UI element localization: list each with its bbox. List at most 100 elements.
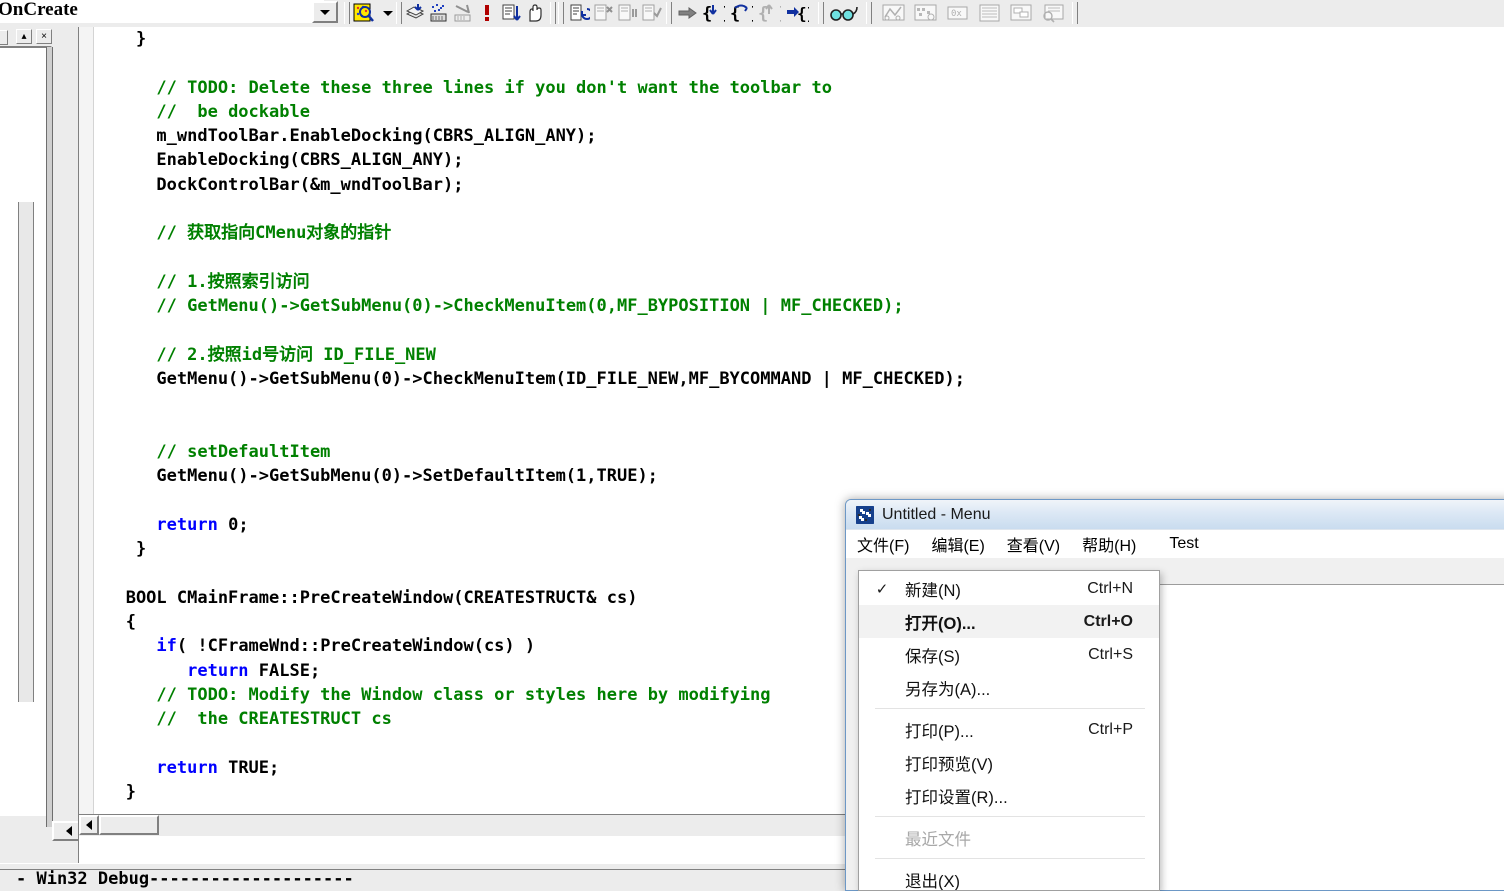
code-line: EnableDocking(CBRS_ALIGN_ANY);	[95, 150, 464, 171]
function-combo-box[interactable]: OnCreate	[0, 0, 324, 23]
menu-item[interactable]: 打印设置(R)...	[859, 779, 1159, 812]
menu-item-shortcut: Ctrl+S	[1088, 645, 1133, 663]
pane-grip[interactable]	[0, 30, 8, 45]
editor-selection-margin[interactable]	[79, 27, 94, 836]
quickwatch-icon[interactable]	[828, 2, 860, 24]
menubar-item-edit[interactable]: 编辑(E)	[920, 528, 995, 560]
menu-item[interactable]: 保存(S) Ctrl+S	[859, 638, 1159, 671]
menu-item-label: 另存为(A)...	[905, 680, 991, 699]
combo-dropdown-arrow[interactable]	[312, 1, 338, 23]
code-line: ​	[95, 197, 1504, 221]
scroll-thumb[interactable]	[99, 815, 159, 835]
code-line: }	[95, 29, 147, 49]
menu-app-menubar[interactable]: 文件(F) 编辑(E) 查看(V) 帮助(H) Test	[846, 530, 1504, 558]
menu-separator	[875, 708, 1145, 709]
registers-window-icon: 0x	[944, 2, 972, 24]
menu-app-titlebar[interactable]: Untitled - Menu	[846, 500, 1504, 530]
step-into-icon[interactable]: { }	[702, 2, 725, 24]
code-line: DockControlBar(&m_wndToolBar);	[95, 174, 464, 195]
menu-item[interactable]: 另存为(A)...	[859, 671, 1159, 704]
code-line: // 1.按照索引访问	[156, 271, 310, 292]
menu-item[interactable]: 打印(P)... Ctrl+P	[859, 713, 1159, 746]
scroll-left-icon	[66, 826, 72, 836]
menu-item-label: 打印设置(R)...	[905, 788, 1008, 807]
toolbar-separator	[818, 2, 824, 24]
insert-remove-breakpoint-icon[interactable]	[524, 2, 547, 24]
code-line: ​	[95, 246, 1504, 270]
disassembly-window-icon	[1040, 2, 1068, 24]
menu-item[interactable]: ✓ 新建(N) Ctrl+N	[859, 572, 1159, 605]
go-icon[interactable]	[500, 2, 523, 24]
find-in-files-icon[interactable]	[352, 2, 375, 24]
code-line: GetMenu()->GetSubMenu(0)->SetDefaultItem…	[95, 466, 658, 487]
memory-window-icon	[976, 2, 1004, 24]
menu-item-label: 最近文件	[905, 830, 971, 849]
mfc-app-icon	[856, 505, 874, 524]
check-icon: ✓	[875, 580, 889, 598]
menu-item[interactable]: 打开(O)... Ctrl+O	[859, 605, 1159, 638]
show-next-statement-arrow-icon[interactable]	[676, 2, 699, 24]
file-dropdown-menu[interactable]: ✓ 新建(N) Ctrl+N 打开(O)... Ctrl+O 保存(S) Ctrl+S 另存为…	[858, 570, 1160, 891]
break-execution-icon	[616, 2, 639, 24]
menu-item: 最近文件	[859, 821, 1159, 854]
menu-item-shortcut: Ctrl+P	[1088, 720, 1133, 738]
menu-item[interactable]: 退出(X)	[859, 863, 1159, 891]
menu-item-shortcut: Ctrl+N	[1087, 579, 1133, 597]
menubar-item-view[interactable]: 查看(V)	[996, 528, 1071, 560]
menubar-item-file[interactable]: 文件(F)	[846, 528, 920, 560]
menu-item-shortcut: Ctrl+O	[1083, 612, 1133, 630]
execute-program-icon[interactable]	[476, 2, 499, 24]
code-line: // GetMenu()->GetSubMenu(0)->CheckMenuIt…	[156, 296, 904, 317]
call-stack-window-icon	[1008, 2, 1036, 24]
code-line: // 2.按照id号访问 ID_FILE_NEW	[156, 344, 436, 365]
build-icon[interactable]	[428, 2, 451, 24]
toolbar-separator	[866, 2, 872, 24]
compile-icon[interactable]	[404, 2, 427, 24]
workspace-vertical-scrollbar[interactable]	[18, 202, 34, 702]
code-line: m_wndToolBar.EnableDocking(CBRS_ALIGN_AN…	[95, 126, 597, 147]
ide-toolbar: OnCreate {{{{0x	[0, 0, 1504, 28]
pane-splitter[interactable]	[46, 47, 53, 827]
code-line: ​	[95, 416, 1504, 440]
toolbar-separator	[558, 2, 564, 24]
watch-window-icon	[880, 2, 908, 24]
toolbar-separator	[344, 2, 350, 24]
menubar-item-test[interactable]: Test	[1147, 531, 1209, 557]
toolbar-separator	[396, 2, 402, 24]
scroll-left-button[interactable]	[79, 815, 99, 835]
code-line: // TODO: Delete these three lines if you…	[156, 77, 832, 98]
code-line: ​	[95, 319, 1504, 343]
menu-item-label: 保存(S)	[905, 647, 960, 666]
code-line: GetMenu()->GetSubMenu(0)->CheckMenuItem(…	[95, 369, 965, 390]
restart-icon[interactable]	[568, 2, 591, 24]
menu-item-label: 打印预览(V)	[905, 755, 993, 774]
show-next-statement-icon	[640, 2, 663, 24]
stop-build-icon	[452, 2, 475, 24]
minimize-icon: ▴	[21, 31, 27, 42]
pane-close-button[interactable]: ×	[36, 29, 52, 44]
svg-text:{}: {}	[797, 4, 809, 23]
code-line: // 获取指向CMenu对象的指针	[156, 223, 392, 244]
code-line: // be dockable	[156, 101, 310, 122]
tree-item-fragment[interactable]: fpl	[0, 756, 50, 776]
run-to-cursor-icon[interactable]: {}	[786, 2, 809, 24]
close-icon: ×	[41, 31, 47, 42]
code-line: ​	[95, 391, 1504, 415]
menu-item[interactable]: 打印预览(V)	[859, 746, 1159, 779]
menu-separator	[875, 858, 1145, 859]
step-over-icon[interactable]: { }	[730, 2, 753, 24]
variables-window-icon	[912, 2, 940, 24]
toolbar-separator	[666, 2, 672, 24]
code-line: // setDefaultItem	[156, 442, 331, 463]
workspace-pane-caption: ▴ ×	[0, 27, 78, 46]
svg-text:0x: 0x	[951, 9, 962, 19]
menubar-item-help[interactable]: 帮助(H)	[1071, 528, 1147, 560]
step-out-icon: { }	[758, 2, 781, 24]
pane-minimize-button[interactable]: ▴	[16, 29, 32, 44]
toolbar-separator	[550, 2, 556, 24]
menu-item-label: 新建(N)	[905, 581, 961, 600]
workspace-horizontal-scrollbar[interactable]	[52, 821, 78, 841]
menu-item-label: 打开(O)...	[905, 614, 976, 633]
menu-item-label: 打印(P)...	[905, 722, 974, 741]
menu-app-title: Untitled - Menu	[882, 505, 991, 523]
